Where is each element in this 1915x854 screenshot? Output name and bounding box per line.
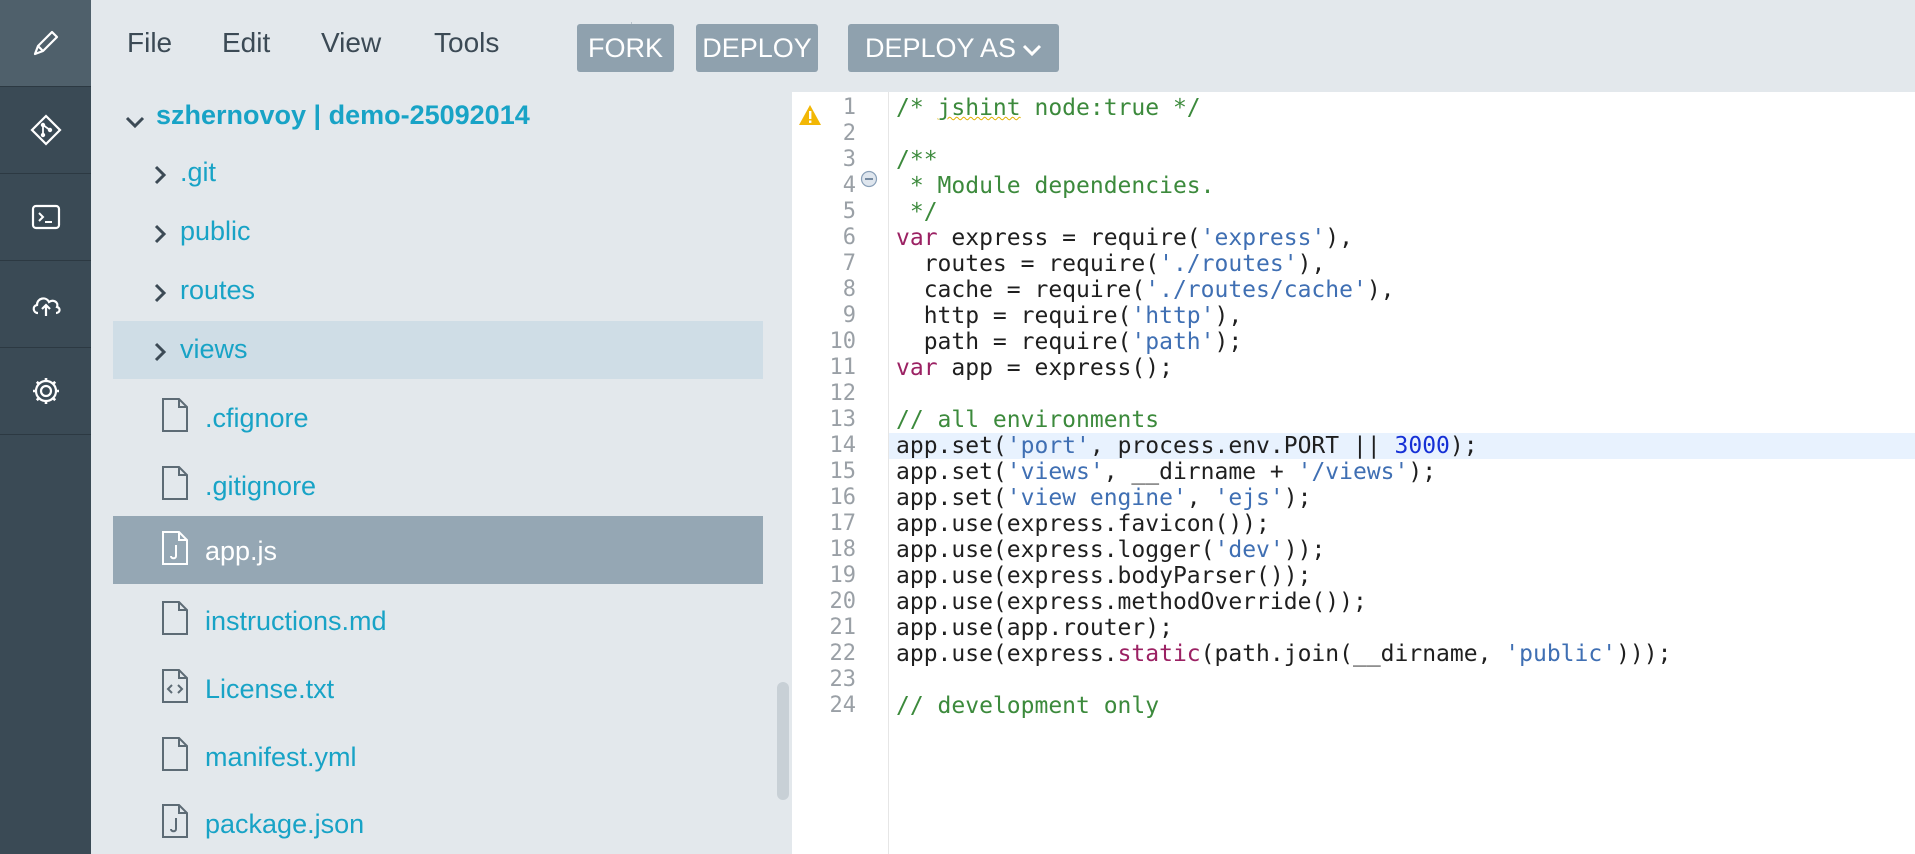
pencil-icon xyxy=(33,30,58,56)
file-icon xyxy=(160,465,190,506)
cloud-deploy-icon xyxy=(32,297,61,316)
code-line: * Module dependencies. xyxy=(896,173,1215,199)
file-label: License.txt xyxy=(205,674,335,704)
git-icon xyxy=(29,114,62,146)
line-gutter: 1 2 3 4 5 6 7 8 9 10 11 12 13 14 15 16 17 18 19 20 21 22 23 24 xyxy=(792,92,888,854)
rail-edit-button[interactable] xyxy=(0,0,91,87)
fold-toggle-icon[interactable] xyxy=(860,170,878,193)
folder-routes[interactable]: routes xyxy=(113,262,763,320)
explorer-scrollbar[interactable] xyxy=(777,682,789,800)
rail-settings-button[interactable] xyxy=(0,348,91,435)
file-label: manifest.yml xyxy=(205,742,357,772)
activity-rail xyxy=(0,0,91,854)
file-icon xyxy=(160,397,190,438)
file-label: .gitignore xyxy=(205,471,317,501)
code-line: app.use(express.static(path.join(__dirna… xyxy=(896,641,1672,667)
file-license-txt[interactable]: License.txt xyxy=(113,654,763,722)
chevron-right-icon xyxy=(152,223,168,250)
file-package-json[interactable]: package.json xyxy=(113,789,763,854)
file-label: .cfignore xyxy=(205,403,309,433)
folder-views[interactable]: views xyxy=(113,321,763,379)
file-instructions-md[interactable]: instructions.md xyxy=(113,586,763,654)
menu-file[interactable]: File xyxy=(127,27,172,59)
rail-deploy-button[interactable] xyxy=(0,261,91,348)
line-number: 24 xyxy=(829,693,857,718)
menu-tools[interactable]: Tools xyxy=(434,27,499,59)
gear-icon xyxy=(32,378,59,404)
deploy-as-button[interactable]: DEPLOY AS xyxy=(848,24,1059,72)
deploy-button[interactable]: DEPLOY xyxy=(696,24,818,72)
terminal-icon xyxy=(31,204,60,230)
folder-public[interactable]: public xyxy=(113,203,763,261)
chevron-right-icon xyxy=(152,164,168,191)
file-icon xyxy=(160,600,190,641)
file-manifest-yml[interactable]: manifest.yml xyxy=(113,722,763,790)
folder-label: views xyxy=(180,334,248,364)
top-menu-bar: File Edit View Tools FORK DEPLOY DEPLOY … xyxy=(91,0,1915,92)
chevron-right-icon xyxy=(152,341,168,368)
deploy-as-label: DEPLOY AS xyxy=(864,32,1017,63)
code-line: var app = express(); xyxy=(896,355,1173,381)
file-label: package.json xyxy=(205,809,365,839)
js-file-icon xyxy=(160,803,190,844)
fork-button[interactable]: FORK xyxy=(577,24,674,72)
gutter-divider xyxy=(888,92,889,854)
project-root-label[interactable]: szhernovoy | demo-25092014 xyxy=(156,100,530,131)
folder-git[interactable]: .git xyxy=(113,144,763,202)
code-editor[interactable]: 1 2 3 4 5 6 7 8 9 10 11 12 13 14 15 16 17 18 19 20 21 22 23 24 … xyxy=(792,92,1915,854)
folder-label: .git xyxy=(180,157,217,187)
chevron-right-icon xyxy=(152,282,168,309)
menu-view[interactable]: View xyxy=(321,27,381,59)
menu-edit[interactable]: Edit xyxy=(222,27,270,59)
file-cfignore[interactable]: .cfignore xyxy=(113,383,763,451)
rail-terminal-button[interactable] xyxy=(0,174,91,261)
chevron-down-icon xyxy=(1022,33,1042,64)
js-file-icon xyxy=(160,530,190,571)
folder-label: routes xyxy=(180,275,256,305)
code-line: // development only xyxy=(896,693,1160,719)
file-gitignore[interactable]: .gitignore xyxy=(113,451,763,519)
file-app-js[interactable]: app.js xyxy=(113,516,763,584)
rail-git-button[interactable] xyxy=(0,87,91,174)
file-label: app.js xyxy=(205,536,278,566)
code-line: /* jshint node:true */ xyxy=(896,95,1201,121)
file-label: instructions.md xyxy=(205,606,387,636)
file-icon xyxy=(160,736,190,777)
code-file-icon xyxy=(160,668,190,709)
folder-label: public xyxy=(180,216,251,246)
chevron-down-icon[interactable] xyxy=(124,114,146,135)
file-explorer: szhernovoy | demo-25092014 .git public r… xyxy=(91,92,792,854)
